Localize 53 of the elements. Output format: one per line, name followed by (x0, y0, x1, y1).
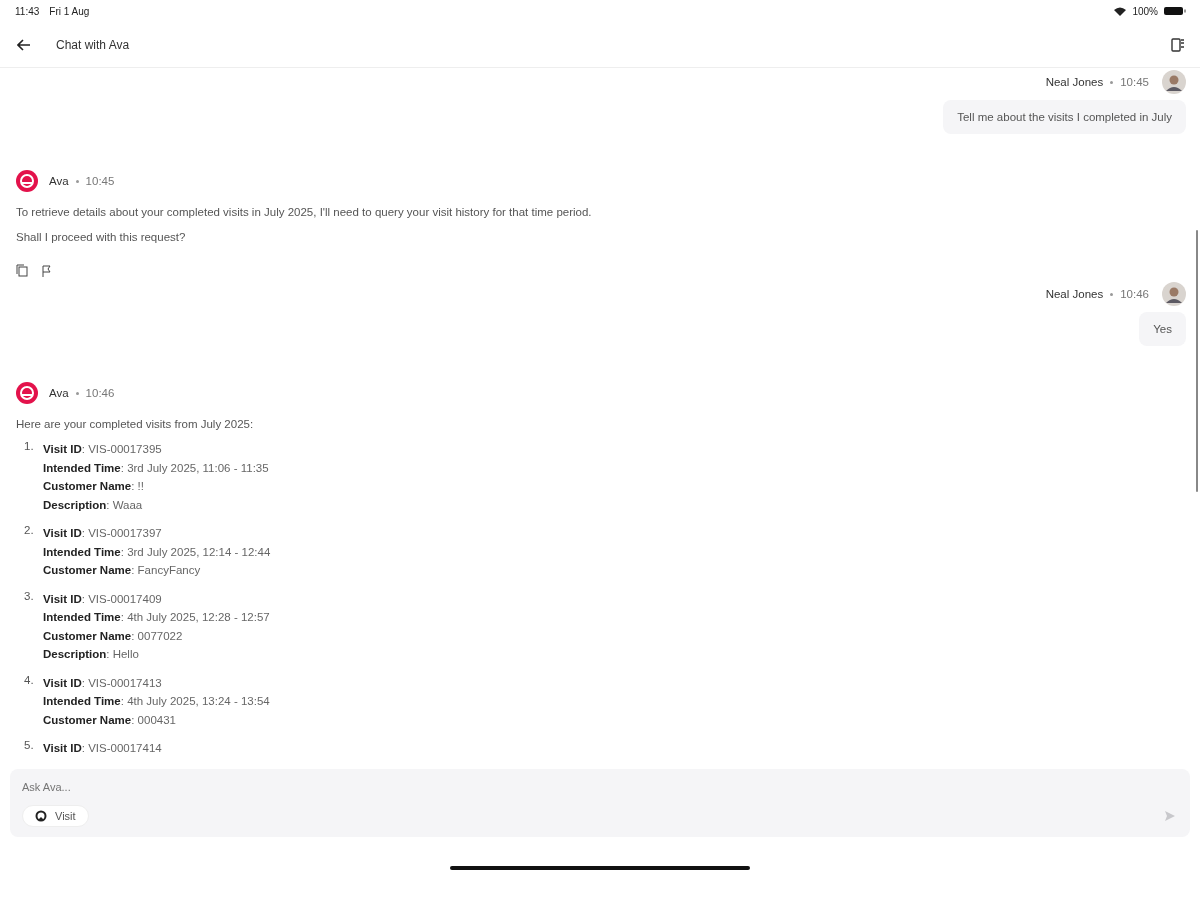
visit-detail: Visit ID: VIS-00017395 (43, 442, 163, 457)
assistant-logo-icon (16, 170, 38, 192)
home-indicator[interactable] (450, 865, 750, 870)
author-name: Neal Jones (1045, 288, 1104, 300)
list-number: 4. (24, 673, 35, 688)
message-input[interactable]: Ask Ava... (22, 781, 1176, 793)
author-name: Ava (49, 387, 69, 399)
visit-detail: Visit ID: VIS-00017414 (43, 741, 162, 756)
separator-dot (1110, 292, 1114, 296)
message-text: Shall I proceed with this request? (16, 231, 187, 243)
avatar-icon (1162, 70, 1186, 94)
visit-detail: Intended Time: 3rd July 2025, 12:14 - 12:44 (43, 544, 271, 560)
visit-detail: Visit ID: VIS-00017413 (43, 675, 163, 691)
visit-detail: Customer Name: 0077022 (43, 628, 184, 644)
scrollbar[interactable] (1196, 230, 1198, 492)
header-title: Chat with Ava (56, 37, 130, 52)
visit-detail: Customer Name: FancyFancy (43, 563, 202, 578)
visit-detail: Customer Name: 000431 (43, 712, 177, 728)
visit-detail: Intended Time: 4th July 2025, 13:24 - 13:54 (43, 694, 270, 709)
message-text: Here are your completed visits from July 2025: (16, 418, 255, 430)
visit-detail: Visit ID: VIS-00017409 (43, 591, 163, 607)
status-time: 11:43 (15, 5, 40, 17)
separator-dot (75, 391, 79, 395)
battery-icon (1164, 6, 1186, 16)
avatar-icon (1162, 282, 1186, 306)
visit-detail: Description: Waaa (43, 497, 144, 513)
separator-dot (75, 179, 79, 183)
list-number: 1. (24, 440, 35, 454)
message-time: 10:46 (85, 387, 115, 399)
message-time: 10:45 (1120, 76, 1149, 88)
author-name: Ava (49, 175, 69, 187)
message-text: To retrieve details about your completed visits in July 2025, I'll need to query your visit history for that time period. (16, 206, 593, 218)
message-time: 10:45 (85, 175, 115, 187)
assistant-logo-icon (16, 382, 38, 404)
visit-detail: Customer Name: !! (43, 479, 145, 494)
author-name: Neal Jones (1045, 76, 1104, 88)
status-date: Fri 1 Aug (49, 5, 90, 17)
battery-level: 100% (1132, 5, 1158, 17)
visit-detail: Description: Hello (43, 647, 140, 662)
visit-detail: Intended Time: 3rd July 2025, 11:06 - 11:35 (43, 460, 269, 476)
message-bubble: Yes (1139, 312, 1186, 346)
wifi-icon (1114, 6, 1127, 16)
list-number: 3. (24, 589, 35, 604)
copy-button[interactable] (13, 261, 31, 280)
visit-chip-icon (35, 810, 47, 822)
list-number: 2. (24, 524, 35, 538)
visit-chip[interactable]: Visit (22, 805, 89, 827)
visit-detail: Intended Time: 4th July 2025, 12:28 - 12:57 (43, 610, 270, 625)
separator-dot (1110, 80, 1114, 84)
list-number: 5. (24, 739, 35, 753)
visit-detail: Visit ID: VIS-00017397 (43, 526, 163, 541)
message-bubble: Tell me about the visits I completed in July (943, 100, 1186, 134)
message-time: 10:46 (1120, 288, 1149, 300)
